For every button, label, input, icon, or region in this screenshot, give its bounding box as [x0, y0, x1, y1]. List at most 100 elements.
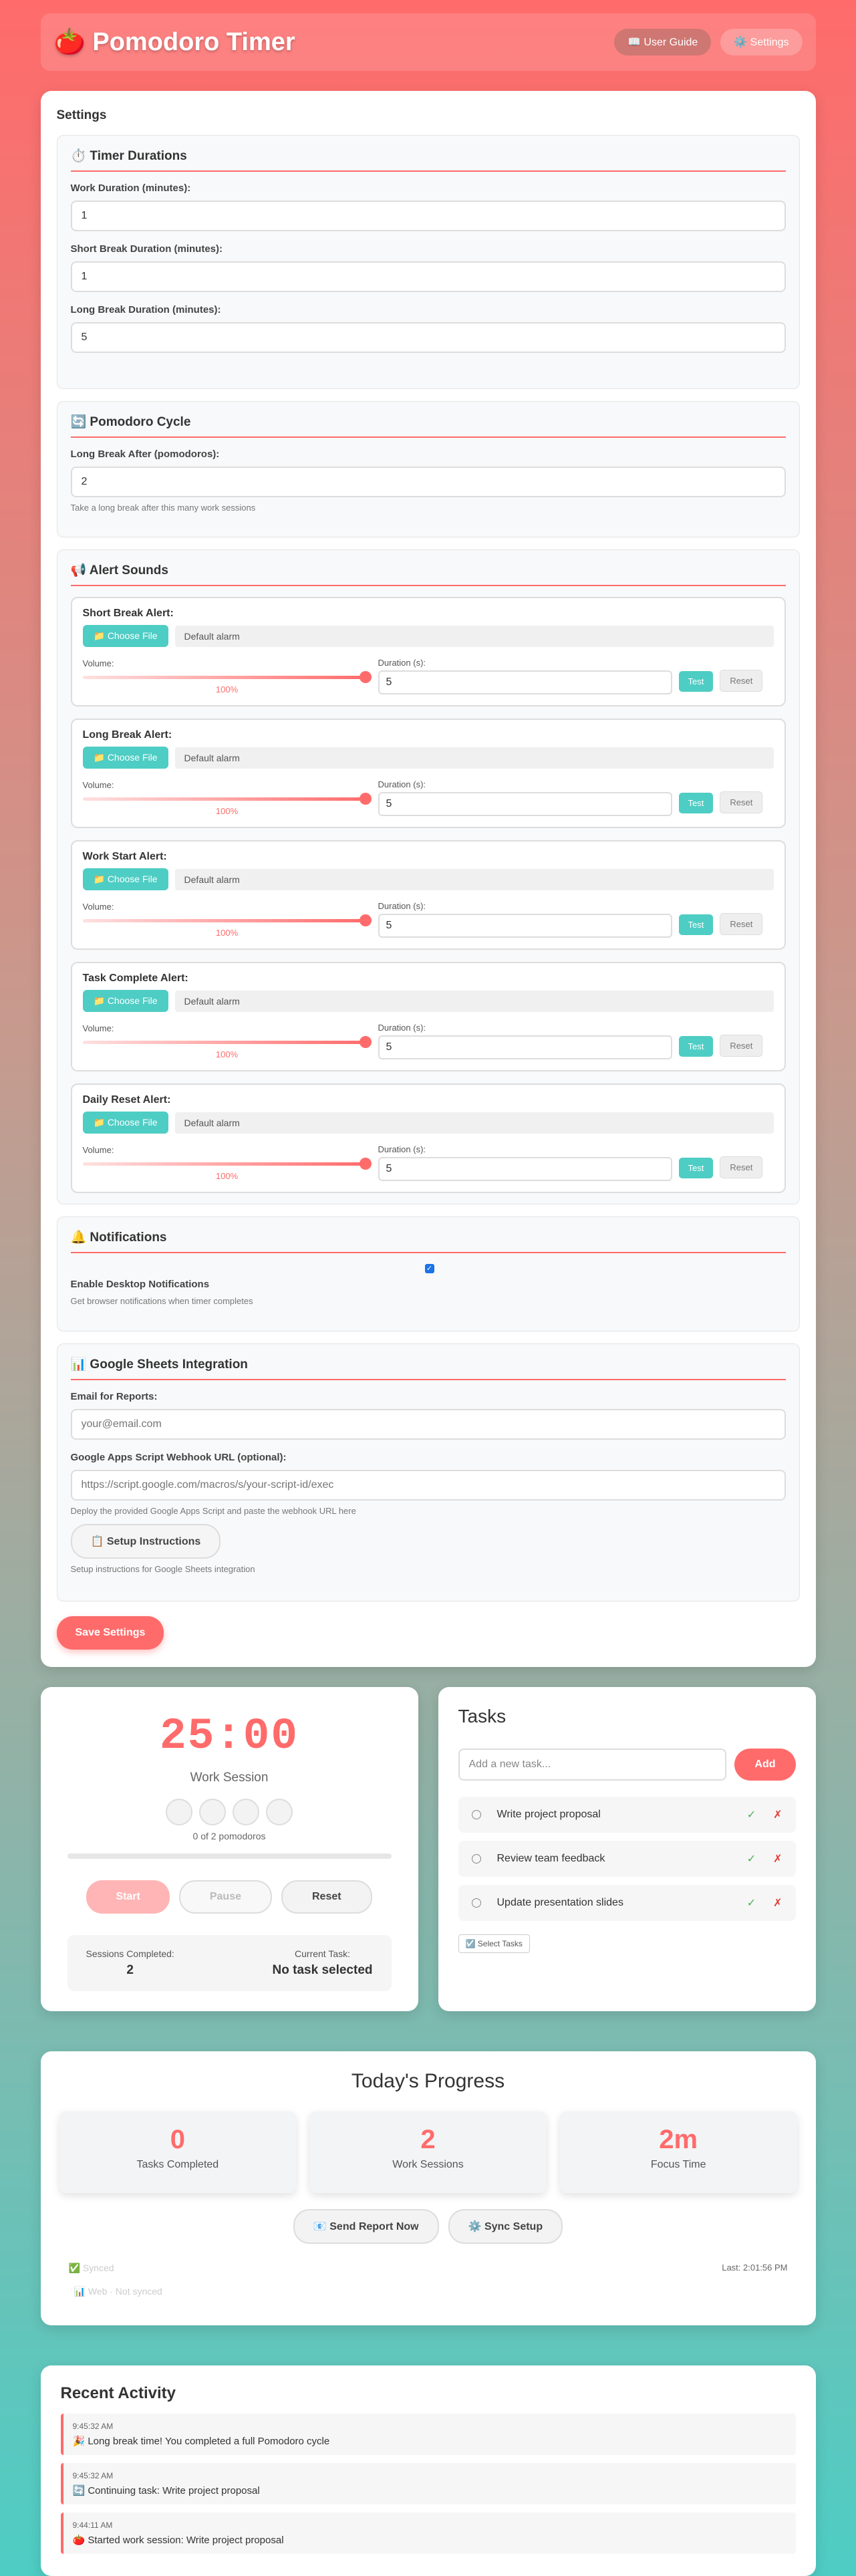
- work-sessions-value: 2: [420, 2125, 436, 2154]
- choose-file-button[interactable]: 📁 Choose File: [82, 868, 168, 890]
- test-sound-button[interactable]: Test: [678, 671, 714, 692]
- setup-instructions-button[interactable]: 📋 Setup Instructions: [70, 1524, 221, 1559]
- volume-slider[interactable]: [82, 793, 372, 805]
- recent-activity-title: Recent Activity: [60, 2384, 176, 2402]
- task-select-radio[interactable]: [471, 1810, 481, 1819]
- activity-time: 9:44:11 AM: [72, 2521, 113, 2530]
- progress-title: Today's Progress: [351, 2070, 505, 2092]
- complete-task-icon[interactable]: ✓: [747, 1808, 756, 1821]
- long-break-after-input[interactable]: 2: [70, 467, 786, 497]
- webhook-input[interactable]: [70, 1470, 786, 1501]
- volume-slider-thumb[interactable]: [359, 1036, 372, 1048]
- long-break-after-value: 2: [81, 476, 88, 487]
- alert-file-name: Default alarm: [174, 990, 774, 1012]
- duration-input[interactable]: 5: [378, 670, 672, 694]
- duration-value: 5: [386, 920, 392, 931]
- delete-task-icon[interactable]: ✗: [773, 1852, 782, 1865]
- volume-slider-thumb[interactable]: [359, 671, 372, 683]
- notifications-hint: Get browser notifications when timer com…: [70, 1296, 253, 1306]
- focus-time-value: 2m: [659, 2125, 698, 2154]
- volume-label: Volume:: [82, 658, 114, 668]
- volume-slider[interactable]: [82, 1036, 372, 1048]
- send-report-button[interactable]: 📧 Send Report Now: [293, 2209, 439, 2244]
- task-name: Write project proposal: [496, 1809, 601, 1820]
- volume-slider-thumb[interactable]: [359, 793, 372, 805]
- reset-sound-button[interactable]: Reset: [720, 670, 763, 692]
- duration-input[interactable]: 5: [378, 1035, 672, 1059]
- pomodoro-dot: [266, 1799, 293, 1825]
- pause-button[interactable]: Pause: [178, 1880, 272, 1914]
- complete-task-icon[interactable]: ✓: [747, 1852, 756, 1865]
- start-button[interactable]: Start: [86, 1880, 170, 1914]
- activity-item: 9:45:32 AM 🔄 Continuing task: Write proje…: [60, 2463, 796, 2504]
- volume-slider-thumb[interactable]: [359, 914, 372, 926]
- sync-setup-button[interactable]: ⚙️ Sync Setup: [448, 2209, 563, 2244]
- reset-sound-button[interactable]: Reset: [720, 1156, 763, 1178]
- alert-file-name: Default alarm: [174, 1112, 774, 1134]
- email-input[interactable]: [70, 1409, 786, 1440]
- test-sound-button[interactable]: Test: [678, 914, 714, 935]
- duration-value: 5: [386, 798, 392, 809]
- alert-file-name: Default alarm: [174, 625, 774, 647]
- task-item[interactable]: Review team feedback ✓ ✗: [458, 1841, 796, 1877]
- activity-time: 9:45:32 AM: [72, 2471, 114, 2480]
- test-sound-button[interactable]: Test: [678, 1158, 714, 1178]
- choose-file-button[interactable]: 📁 Choose File: [82, 990, 168, 1012]
- progress-panel: Today's Progress 0 Tasks Completed 2 Wor…: [40, 2051, 816, 2325]
- recent-activity-panel: Recent Activity 9:45:32 AM 🎉 Long break t…: [40, 2365, 816, 2576]
- select-tasks-button[interactable]: ☑️ Select Tasks: [458, 1934, 530, 1953]
- short-break-input[interactable]: 1: [70, 261, 786, 292]
- long-break-input[interactable]: 5: [70, 322, 786, 353]
- new-task-input[interactable]: Add a new task...: [458, 1749, 727, 1781]
- session-type: Work Session: [190, 1771, 269, 1785]
- timer-panel: 25:00 Work Session 0 of 2 pomodoros Star…: [40, 1687, 418, 2011]
- notifications-title: 🔔 Notifications: [70, 1229, 786, 1253]
- timer-stats: Sessions Completed: 2 Current Task: No t…: [67, 1935, 392, 1991]
- reset-sound-button[interactable]: Reset: [720, 1035, 763, 1057]
- reset-sound-button[interactable]: Reset: [720, 791, 763, 813]
- test-sound-button[interactable]: Test: [678, 793, 714, 813]
- settings-button[interactable]: ⚙️ Settings: [720, 29, 803, 55]
- activity-time: 9:45:32 AM: [72, 2422, 114, 2431]
- duration-input[interactable]: 5: [378, 792, 672, 816]
- task-select-radio[interactable]: [471, 1898, 481, 1908]
- google-sheets-title: 📊 Google Sheets Integration: [70, 1356, 786, 1380]
- choose-file-button[interactable]: 📁 Choose File: [82, 1112, 168, 1134]
- long-break-label: Long Break Duration (minutes):: [70, 304, 221, 315]
- task-select-radio[interactable]: [471, 1854, 481, 1863]
- task-item[interactable]: Update presentation slides ✓ ✗: [458, 1885, 796, 1921]
- duration-label: Duration (s):: [378, 779, 426, 789]
- duration-input[interactable]: 5: [378, 1157, 672, 1181]
- pomodoro-count: 0 of 2 pomodoros: [192, 1831, 266, 1841]
- user-guide-button[interactable]: 📖 User Guide: [614, 29, 712, 55]
- choose-file-button[interactable]: 📁 Choose File: [82, 625, 168, 647]
- delete-task-icon[interactable]: ✗: [773, 1808, 782, 1821]
- choose-file-button[interactable]: 📁 Choose File: [82, 747, 168, 769]
- add-task-button[interactable]: Add: [734, 1749, 796, 1781]
- work-duration-input[interactable]: 1: [70, 201, 786, 231]
- volume-slider[interactable]: [82, 1158, 372, 1170]
- tasks-completed-card: 0 Tasks Completed: [59, 2111, 297, 2193]
- complete-task-icon[interactable]: ✓: [747, 1896, 756, 1910]
- webhook-label: Google Apps Script Webhook URL (optional…: [70, 1452, 287, 1463]
- save-settings-button[interactable]: Save Settings: [56, 1616, 164, 1650]
- alert-title: Short Break Alert:: [82, 608, 174, 619]
- reset-button[interactable]: Reset: [281, 1880, 372, 1914]
- activity-item: 9:45:32 AM 🎉 Long break time! You complet…: [60, 2414, 796, 2455]
- volume-slider[interactable]: [82, 671, 372, 683]
- volume-slider[interactable]: [82, 914, 372, 926]
- email-label: Email for Reports:: [70, 1391, 158, 1402]
- alert-title: Work Start Alert:: [82, 851, 167, 862]
- notifications-checkbox[interactable]: ✓: [424, 1264, 434, 1273]
- work-sessions-label: Work Sessions: [392, 2159, 464, 2170]
- volume-slider-thumb[interactable]: [359, 1158, 372, 1170]
- test-sound-button[interactable]: Test: [678, 1036, 714, 1057]
- current-task-value: No task selected: [272, 1963, 373, 1977]
- task-item[interactable]: Write project proposal ✓ ✗: [458, 1797, 796, 1833]
- new-task-placeholder: Add a new task...: [468, 1759, 551, 1770]
- reset-sound-button[interactable]: Reset: [720, 913, 763, 935]
- delete-task-icon[interactable]: ✗: [773, 1896, 782, 1910]
- duration-input[interactable]: 5: [378, 914, 672, 938]
- volume-value: 100%: [215, 1049, 239, 1059]
- last-sync-time: Last: 2:01:56 PM: [722, 2263, 788, 2273]
